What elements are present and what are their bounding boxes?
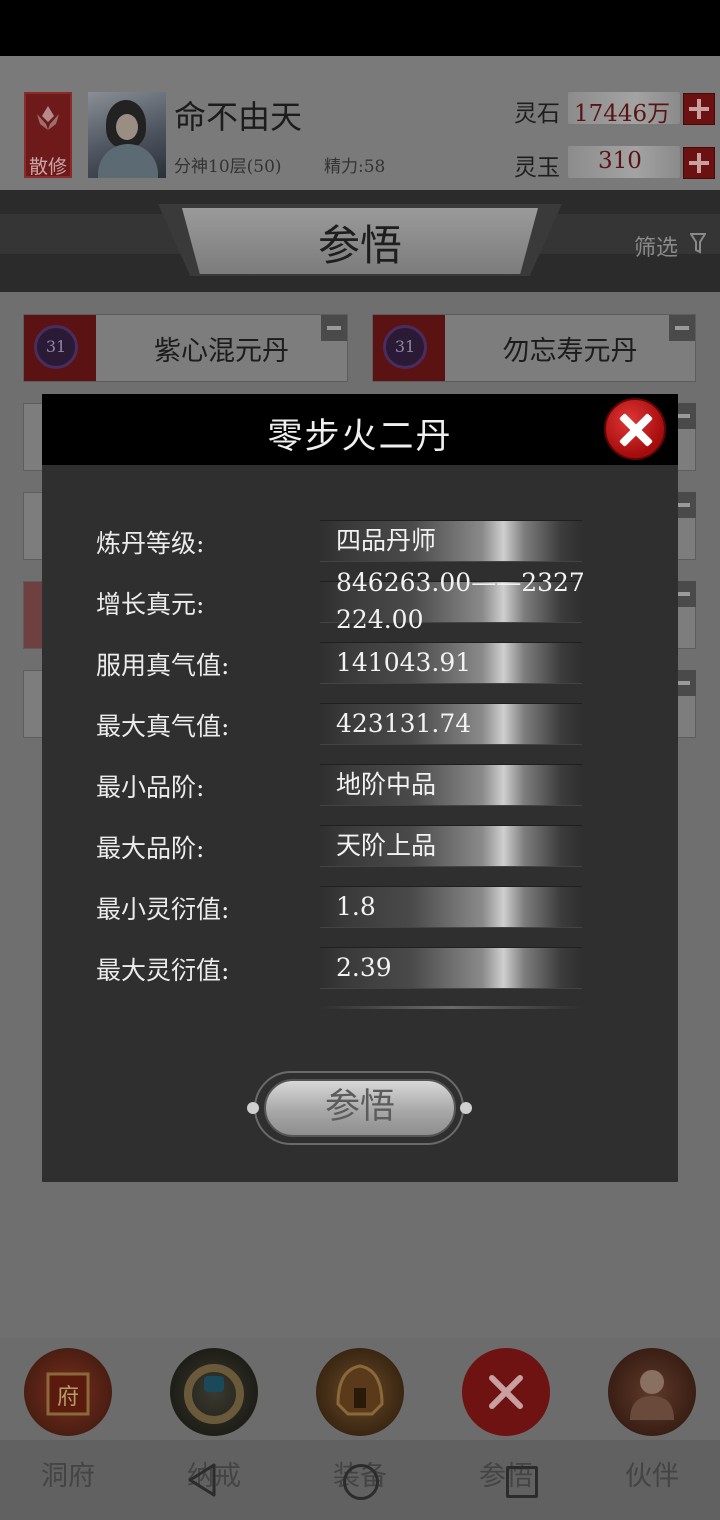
spirit-jade-label: 灵玉 [514,155,560,181]
remove-button[interactable] [669,315,695,341]
row-value: 423131.74 [336,709,472,738]
row-label: 最小灵衍值: [96,895,230,924]
row-label: 增长真元: [96,590,205,619]
item-name: 紫心混元丹 [154,336,289,367]
add-spirit-stone-button[interactable] [683,93,715,125]
row-value: 天阶上品 [336,831,437,860]
close-x-icon [462,1348,550,1436]
item-name: 勿忘寿元丹 [502,336,638,367]
back-icon[interactable] [186,1462,218,1498]
remove-button[interactable] [321,315,347,341]
row-value: 地阶中品 [336,770,437,799]
svg-text:府: 府 [57,1385,79,1410]
sect-label: 散修 [28,156,67,178]
dialog-title: 零步火二丹 [267,417,453,457]
divider [320,1006,582,1009]
filter-button[interactable]: 筛选 [634,230,678,262]
row-label: 最小品阶: [96,773,205,802]
row-label: 最大灵衍值: [96,956,230,985]
avatar[interactable] [88,92,166,178]
row-label: 炼丹等级: [96,529,205,558]
recent-apps-icon[interactable] [506,1466,538,1498]
spirit-jade-value: 310 [598,148,642,174]
add-spirit-jade-button[interactable] [683,147,715,179]
dialog-header: 零步火二丹 [42,394,678,465]
home-icon[interactable] [343,1464,379,1500]
helmet-icon [316,1348,404,1436]
filter-icon[interactable] [690,232,706,254]
sect-badge[interactable]: 散修 [24,92,72,178]
comprehend-button[interactable]: 参悟 [264,1079,456,1137]
cave-mansion-icon: 府 [24,1348,112,1436]
list-item[interactable]: 31 勿忘寿元丹 [372,314,696,382]
row-value: 2.39 [336,953,392,982]
player-name: 命不由天 [174,98,303,136]
row-label: 服用真气值: [96,651,230,680]
row-value: 四品丹师 [336,526,437,555]
row-label: 最大品阶: [96,834,205,863]
spirit-stone-label: 灵石 [514,101,560,127]
row-value: 1.8 [336,892,376,921]
storage-ring-icon [170,1348,258,1436]
row-label: 最大真气值: [96,712,230,741]
close-button[interactable] [604,398,666,460]
lotus-icon [37,106,59,130]
pill-detail-dialog: 零步火二丹 炼丹等级: 四品丹师 增长真元: 846263.00——232722… [42,394,678,1182]
level-badge: 31 [383,325,427,369]
player-energy: 精力:58 [324,157,386,177]
page-title: 参悟 [317,221,402,270]
companion-icon [608,1348,696,1436]
list-item[interactable]: 31 紫心混元丹 [23,314,348,382]
spirit-stone-value: 17446万 [574,101,671,127]
row-value: 846263.00——2327224.00 [336,568,585,634]
player-level: 分神10层(50) [174,157,282,177]
status-bar [0,0,720,56]
level-badge: 31 [34,325,78,369]
row-value: 141043.91 [336,648,472,677]
